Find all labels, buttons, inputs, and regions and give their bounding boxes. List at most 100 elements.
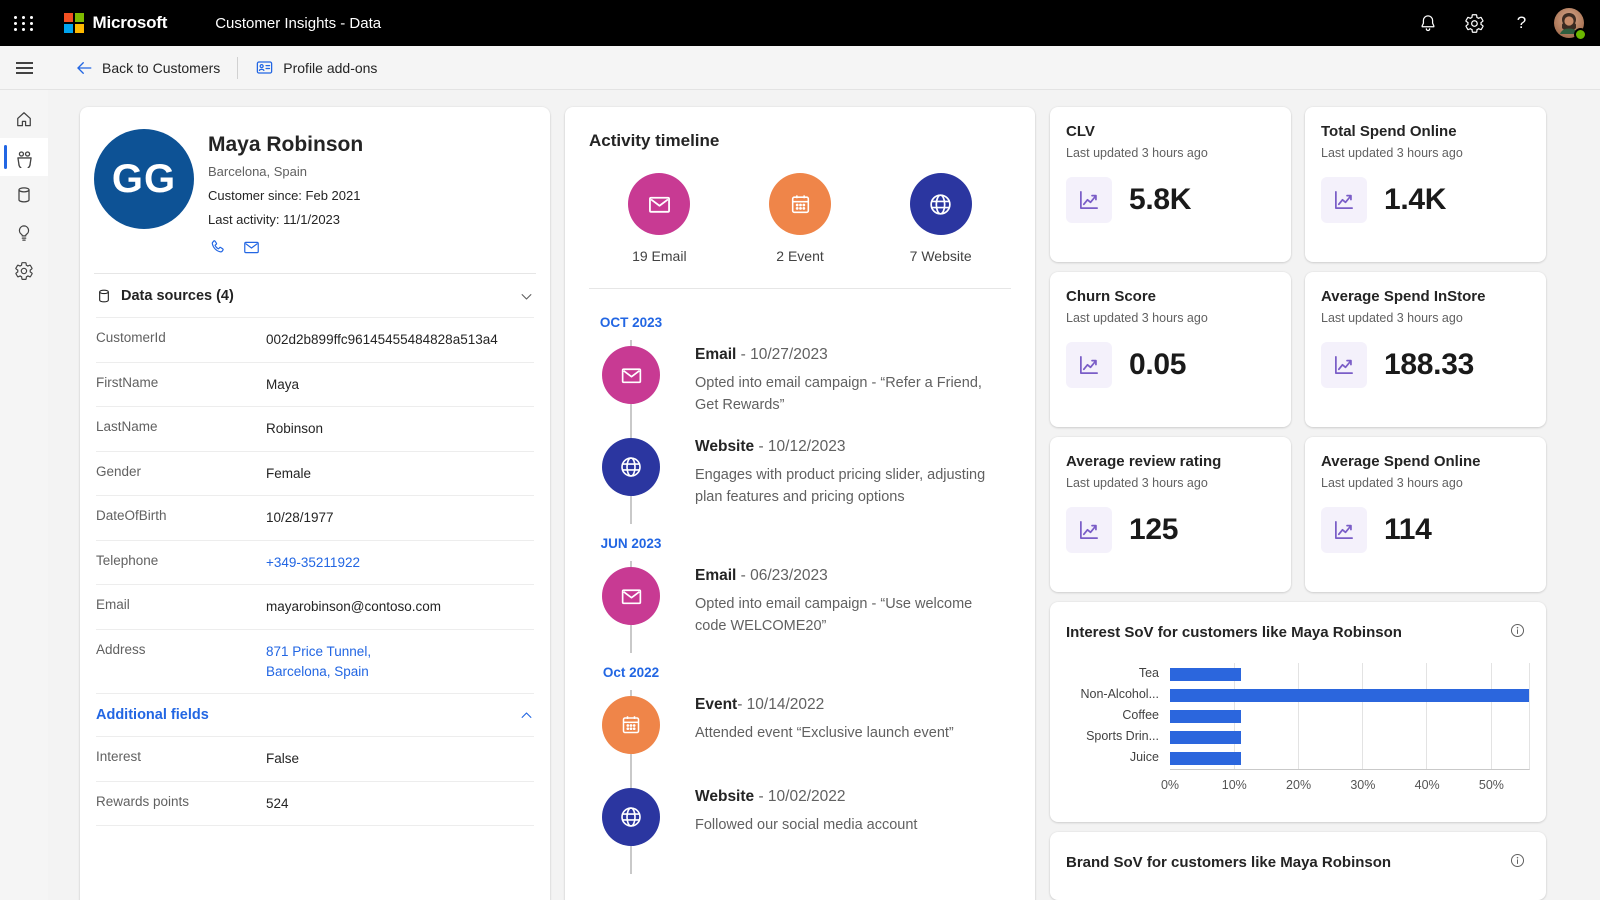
event-description: Opted into email campaign - “Refer a Fri…	[695, 372, 1007, 417]
timeline-group: JUN 2023 Email - 06/23/2023	[589, 524, 1011, 653]
help-icon[interactable]: ?	[1498, 0, 1545, 46]
chart-x-axis: 0%10%20%30%40%50%	[1170, 778, 1530, 794]
top-app-bar: Microsoft Customer Insights - Data ?	[0, 0, 1600, 46]
timeline-event: Website - 10/02/2022 Followed our social…	[589, 782, 1011, 874]
event-heading: Event- 10/14/2022	[695, 696, 1007, 714]
mail-icon[interactable]	[242, 238, 261, 257]
event-type-circle	[602, 567, 660, 625]
sidebar-item[interactable]	[0, 176, 48, 214]
activity-summary-item[interactable]: 19 Email	[589, 173, 730, 264]
event-description: Engages with product pricing slider, adj…	[695, 464, 1007, 509]
kpi-updated: Last updated 3 hours ago	[1066, 146, 1275, 160]
bar-row	[1170, 748, 1529, 769]
trend-chart-icon	[1321, 342, 1367, 388]
hamburger-menu-icon[interactable]	[0, 46, 48, 90]
field-label: DateOfBirth	[96, 508, 266, 523]
field-row: Telephone +349-35211922	[96, 540, 534, 585]
kpi-updated: Last updated 3 hours ago	[1321, 311, 1530, 325]
field-label: Address	[96, 642, 266, 657]
x-axis-tick: 0%	[1161, 778, 1179, 792]
kpi-title: CLV	[1066, 123, 1275, 140]
field-row: Rewards points 524	[96, 781, 534, 827]
kpi-title: Average Spend Online	[1321, 453, 1530, 470]
kpi-title: Average Spend InStore	[1321, 288, 1530, 305]
event-type-circle	[602, 788, 660, 846]
timeline-title: Activity timeline	[589, 131, 1011, 151]
field-row: Interest False	[96, 736, 534, 781]
field-label: Email	[96, 597, 266, 612]
customer-name: Maya Robinson	[208, 133, 363, 157]
brand-text: Microsoft	[93, 13, 168, 33]
field-row: Gender Female	[96, 451, 534, 496]
timeline-group: Website - 10/02/2022 Followed our social…	[589, 782, 1011, 874]
timeline-connector	[589, 561, 695, 653]
info-icon[interactable]	[1505, 618, 1530, 643]
field-row: Email mayarobinson@contoso.com	[96, 584, 534, 629]
back-to-customers-button[interactable]: Back to Customers	[75, 59, 220, 77]
account-button[interactable]	[1545, 0, 1592, 46]
sidebar-item[interactable]	[0, 100, 48, 138]
avatar	[1554, 8, 1584, 38]
field-value: +349-35211922	[266, 553, 360, 573]
activity-summary-label: 19 Email	[632, 248, 686, 264]
timeline-event: Email - 10/27/2023 Opted into email camp…	[589, 340, 1011, 432]
bar[interactable]	[1170, 689, 1529, 702]
event-heading: Email - 06/23/2023	[695, 567, 1007, 585]
customers-icon	[14, 147, 35, 168]
nav-list	[0, 100, 48, 290]
activity-timeline-card: Activity timeline 19 Email	[565, 107, 1035, 900]
sidebar-item[interactable]	[0, 138, 48, 176]
timeline-connector	[589, 782, 695, 874]
globe-icon	[618, 804, 644, 830]
activity-type-circle	[769, 173, 831, 235]
field-value: Maya	[266, 375, 299, 395]
profile-addons-button[interactable]: Profile add-ons	[255, 58, 377, 77]
field-label: Telephone	[96, 553, 266, 568]
bell-icon[interactable]	[1404, 0, 1451, 46]
timeline-connector	[589, 690, 695, 782]
kpi-grid: CLV Last updated 3 hours ago 5.8K Total …	[1050, 107, 1546, 592]
timeline-month-label: Oct 2022	[589, 653, 673, 690]
main-content: GG Maya Robinson Barcelona, Spain Custom…	[48, 90, 1600, 900]
kpi-updated: Last updated 3 hours ago	[1066, 311, 1275, 325]
app-launcher-icon[interactable]	[0, 0, 48, 46]
info-icon[interactable]	[1505, 848, 1530, 873]
kpi-card: Total Spend Online Last updated 3 hours …	[1305, 107, 1546, 262]
activity-summary-item[interactable]: 7 Website	[870, 173, 1011, 264]
kpi-title: Total Spend Online	[1321, 123, 1530, 140]
kpi-card: Average Spend Online Last updated 3 hour…	[1305, 437, 1546, 592]
timeline-month-label: OCT 2023	[589, 303, 673, 340]
y-axis-label: Coffee	[1066, 705, 1159, 726]
field-value: False	[266, 749, 299, 769]
trend-chart-icon	[1321, 177, 1367, 223]
divider	[589, 288, 1011, 289]
kpi-updated: Last updated 3 hours ago	[1321, 146, 1530, 160]
bar[interactable]	[1170, 668, 1241, 681]
activity-type-circle	[910, 173, 972, 235]
phone-icon[interactable]	[208, 238, 227, 257]
field-value: 871 Price Tunnel, Barcelona, Spain	[266, 642, 371, 681]
data-icon	[14, 185, 34, 205]
settings-gear-icon[interactable]	[1451, 0, 1498, 46]
x-axis-tick: 10%	[1222, 778, 1247, 792]
activity-type-circle	[628, 173, 690, 235]
settings-icon	[14, 261, 34, 281]
sidebar-item[interactable]	[0, 252, 48, 290]
kpi-title: Churn Score	[1066, 288, 1275, 305]
timeline-event: Email - 06/23/2023 Opted into email camp…	[589, 561, 1011, 653]
activity-summary-item[interactable]: 2 Event	[730, 173, 871, 264]
field-label: Interest	[96, 749, 266, 764]
bar[interactable]	[1170, 752, 1241, 765]
customer-avatar: GG	[94, 129, 194, 229]
bar[interactable]	[1170, 731, 1241, 744]
event-description: Attended event “Exclusive launch event”	[695, 722, 1007, 744]
additional-fields-toggle[interactable]: Additional fields	[96, 693, 534, 736]
activity-summary-label: 7 Website	[910, 248, 972, 264]
bar-series	[1170, 664, 1529, 769]
chevron-down-icon[interactable]	[519, 289, 534, 304]
y-axis-label: Non-Alcohol...	[1066, 684, 1159, 705]
presence-badge	[1574, 28, 1587, 41]
sidebar-item[interactable]	[0, 214, 48, 252]
bar[interactable]	[1170, 710, 1241, 723]
kpi-title: Average review rating	[1066, 453, 1275, 470]
